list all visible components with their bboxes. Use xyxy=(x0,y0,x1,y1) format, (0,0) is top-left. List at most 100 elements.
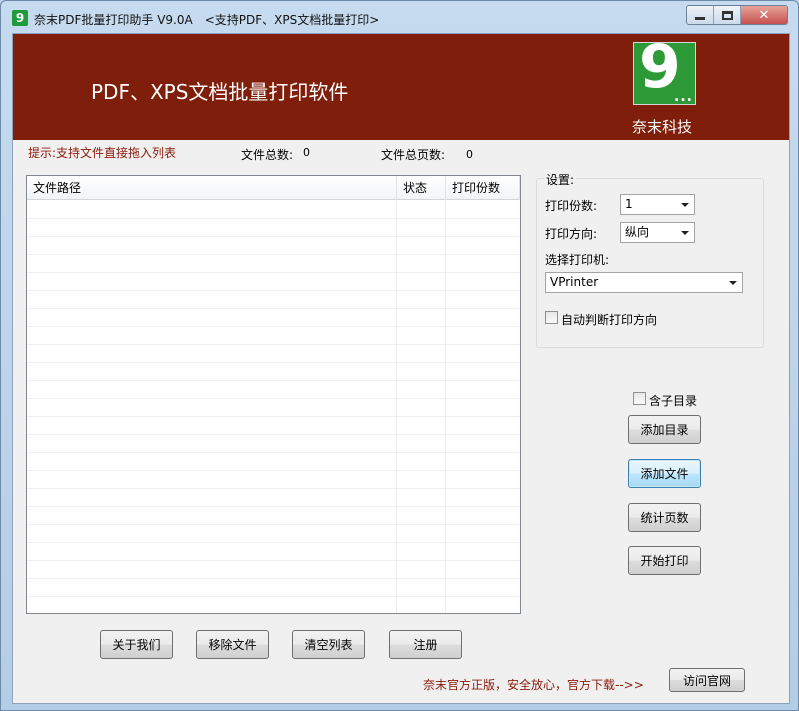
list-item[interactable] xyxy=(27,291,520,309)
column-separator xyxy=(396,471,397,489)
column-separator xyxy=(396,327,397,345)
column-separator xyxy=(396,273,397,291)
visit-website-button[interactable]: 访问官网 xyxy=(669,668,745,692)
include-subdir-checkbox[interactable] xyxy=(633,392,646,405)
add-file-button[interactable]: 添加文件 xyxy=(628,459,701,488)
column-separator xyxy=(396,453,397,471)
printer-label: 选择打印机: xyxy=(545,253,610,267)
about-button[interactable]: 关于我们 xyxy=(100,630,173,659)
company-logo: 9 ... xyxy=(633,37,696,105)
list-item[interactable] xyxy=(27,345,520,363)
minimize-icon xyxy=(695,17,705,20)
title-bar[interactable]: 9 奈末PDF批量打印助手 V9.0A <支持PDF、XPS文档批量打印> ✕ xyxy=(1,1,798,33)
column-separator xyxy=(396,543,397,561)
list-item[interactable] xyxy=(27,435,520,453)
column-separator xyxy=(445,417,446,435)
column-separator xyxy=(445,237,446,255)
list-item[interactable] xyxy=(27,507,520,525)
auto-orientation-checkbox[interactable] xyxy=(545,311,558,324)
column-separator xyxy=(445,471,446,489)
list-item[interactable] xyxy=(27,597,520,613)
printer-value: VPrinter xyxy=(550,275,599,289)
list-item[interactable] xyxy=(27,309,520,327)
column-header-status[interactable]: 状态 xyxy=(397,176,446,200)
list-item[interactable] xyxy=(27,273,520,291)
column-header-path[interactable]: 文件路径 xyxy=(27,176,397,200)
list-item[interactable] xyxy=(27,561,520,579)
logo-digit: 9 xyxy=(639,32,681,102)
list-item[interactable] xyxy=(27,525,520,543)
total-pages-label: 文件总页数: xyxy=(381,148,446,162)
list-item[interactable] xyxy=(27,327,520,345)
column-separator xyxy=(445,255,446,273)
settings-title: 设置: xyxy=(544,171,577,188)
auto-orientation-label[interactable]: 自动判断打印方向 xyxy=(561,311,657,328)
total-files-label: 文件总数: xyxy=(241,148,294,162)
column-separator xyxy=(396,597,397,613)
official-notice: 奈末官方正版，安全放心，官方下载-->> xyxy=(423,678,644,692)
remove-file-button[interactable]: 移除文件 xyxy=(196,630,269,659)
orientation-label: 打印方向: xyxy=(545,227,598,241)
list-item[interactable] xyxy=(27,255,520,273)
column-separator xyxy=(445,489,446,507)
column-separator xyxy=(445,345,446,363)
column-separator xyxy=(396,381,397,399)
list-item[interactable] xyxy=(27,237,520,255)
chevron-down-icon xyxy=(729,281,737,285)
chevron-down-icon xyxy=(681,203,689,207)
close-icon: ✕ xyxy=(758,7,770,23)
count-pages-button[interactable]: 统计页数 xyxy=(628,503,701,532)
add-directory-button[interactable]: 添加目录 xyxy=(628,415,701,444)
clear-list-button[interactable]: 清空列表 xyxy=(292,630,365,659)
column-separator xyxy=(396,525,397,543)
maximize-button[interactable] xyxy=(714,6,741,24)
file-list[interactable]: 文件路径 状态 打印份数 xyxy=(26,175,521,614)
client-area: PDF、XPS文档批量打印软件 9 ... 奈末科技 提示:支持文件直接拖入列表… xyxy=(12,33,790,704)
column-separator xyxy=(396,507,397,525)
list-item[interactable] xyxy=(27,381,520,399)
copies-select[interactable]: 1 xyxy=(620,194,695,215)
list-item[interactable] xyxy=(27,201,520,219)
column-separator xyxy=(396,579,397,597)
company-name: 奈末科技 xyxy=(632,118,693,136)
file-list-header: 文件路径 状态 打印份数 xyxy=(27,176,520,200)
copies-label: 打印份数: xyxy=(545,199,598,213)
column-separator xyxy=(445,291,446,309)
app-icon: 9 xyxy=(12,10,28,26)
column-separator xyxy=(445,381,446,399)
column-separator xyxy=(396,435,397,453)
column-separator xyxy=(445,399,446,417)
list-item[interactable] xyxy=(27,471,520,489)
list-item[interactable] xyxy=(27,417,520,435)
column-separator xyxy=(396,417,397,435)
register-button[interactable]: 注册 xyxy=(389,630,462,659)
column-separator xyxy=(445,597,446,613)
printer-select[interactable]: VPrinter xyxy=(545,272,743,293)
drag-hint: 提示:支持文件直接拖入列表 xyxy=(28,146,177,160)
list-item[interactable] xyxy=(27,219,520,237)
column-header-copies[interactable]: 打印份数 xyxy=(446,176,520,200)
start-print-button[interactable]: 开始打印 xyxy=(628,546,701,575)
file-list-rows xyxy=(27,201,520,613)
include-subdir-label[interactable]: 含子目录 xyxy=(649,392,697,409)
list-item[interactable] xyxy=(27,543,520,561)
column-separator xyxy=(445,327,446,345)
column-separator xyxy=(445,507,446,525)
close-button[interactable]: ✕ xyxy=(741,6,787,24)
window-controls: ✕ xyxy=(686,5,788,25)
column-separator xyxy=(396,345,397,363)
column-separator xyxy=(445,561,446,579)
orientation-select[interactable]: 纵向 xyxy=(620,222,695,243)
minimize-button[interactable] xyxy=(687,6,714,24)
column-separator xyxy=(396,399,397,417)
list-item[interactable] xyxy=(27,579,520,597)
column-separator xyxy=(396,201,397,219)
column-separator xyxy=(445,309,446,327)
list-item[interactable] xyxy=(27,489,520,507)
logo-dots: ... xyxy=(674,89,693,105)
column-separator xyxy=(445,543,446,561)
list-item[interactable] xyxy=(27,453,520,471)
list-item[interactable] xyxy=(27,363,520,381)
total-files-value: 0 xyxy=(303,146,310,159)
list-item[interactable] xyxy=(27,399,520,417)
